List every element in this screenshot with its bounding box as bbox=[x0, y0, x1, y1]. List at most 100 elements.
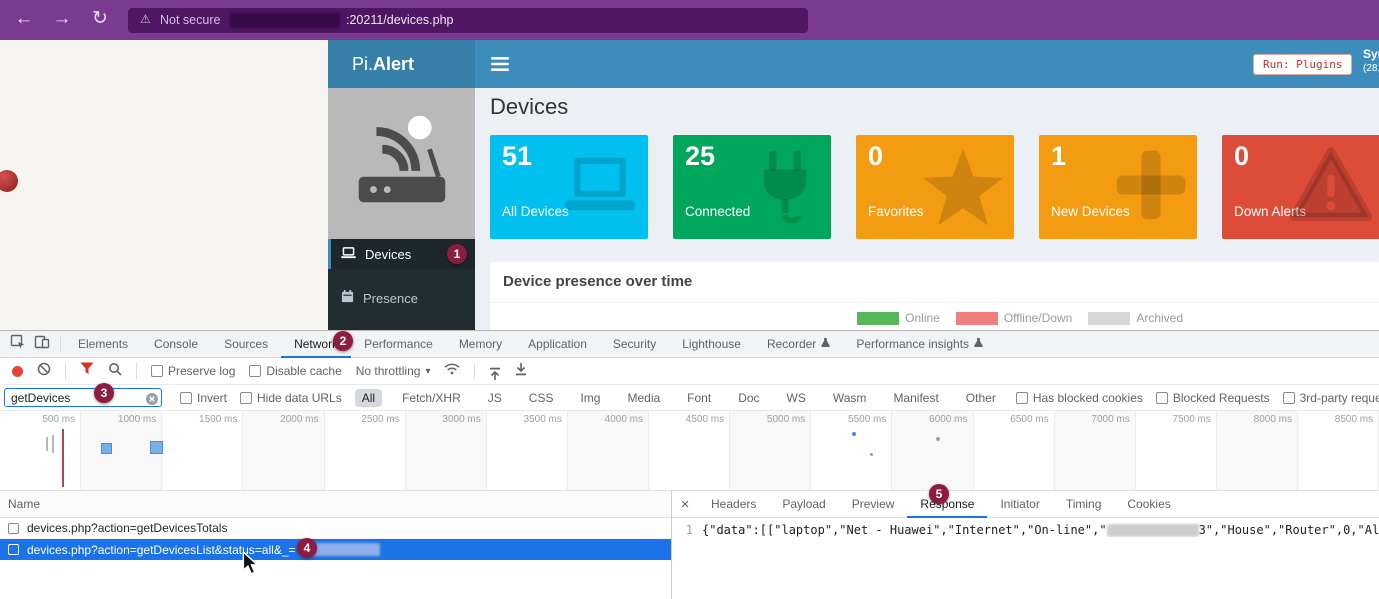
card-favorites[interactable]: 0 Favorites bbox=[856, 135, 1014, 239]
legend-label: Offline/Down bbox=[1004, 311, 1072, 325]
network-toolbar: Preserve log Disable cache No throttling… bbox=[0, 358, 1379, 385]
response-tab-initiator[interactable]: Initiator bbox=[987, 491, 1052, 518]
tab-application[interactable]: Application bbox=[515, 331, 600, 358]
response-pane: × Headers Payload Preview Response Initi… bbox=[672, 491, 1379, 599]
request-row[interactable]: devices.php?action=getDevicesTotals bbox=[0, 518, 671, 539]
network-bottom-split: Name devices.php?action=getDevicesTotals… bbox=[0, 491, 1379, 599]
filter-funnel-icon[interactable] bbox=[80, 362, 94, 380]
clear-icon[interactable] bbox=[37, 362, 51, 381]
record-button[interactable] bbox=[12, 366, 23, 377]
reload-icon[interactable]: ↻ bbox=[86, 5, 114, 33]
hide-data-urls-checkbox[interactable]: Hide data URLs bbox=[240, 391, 342, 405]
filter-pill-ws[interactable]: WS bbox=[780, 389, 813, 407]
checkbox-label: Blocked Requests bbox=[1173, 391, 1270, 405]
tab-recorder[interactable]: Recorder bbox=[754, 331, 843, 358]
tab-security[interactable]: Security bbox=[600, 331, 669, 358]
clear-filter-icon[interactable] bbox=[146, 392, 158, 410]
network-filter-input[interactable] bbox=[4, 388, 162, 407]
calendar-icon bbox=[341, 290, 354, 306]
timeline-tick: 3000 ms bbox=[406, 411, 487, 490]
card-all-devices[interactable]: 51 All Devices bbox=[490, 135, 648, 239]
card-down-alerts[interactable]: 0 Down Alerts bbox=[1222, 135, 1379, 239]
desktop-background bbox=[0, 40, 328, 330]
close-icon[interactable]: × bbox=[672, 496, 698, 513]
legend-online: Online bbox=[857, 311, 940, 325]
timeline-tick: 3500 ms bbox=[487, 411, 568, 490]
throttling-select[interactable]: No throttling▾ bbox=[356, 364, 431, 378]
url-path: :20211/devices.php bbox=[346, 13, 454, 27]
export-har-icon[interactable] bbox=[515, 362, 527, 381]
filter-pill-img[interactable]: Img bbox=[573, 389, 607, 407]
filter-pill-js[interactable]: JS bbox=[481, 389, 509, 407]
filter-pill-other[interactable]: Other bbox=[959, 389, 1003, 407]
hamburger-icon[interactable] bbox=[491, 57, 509, 76]
response-tab-headers[interactable]: Headers bbox=[698, 491, 769, 518]
invert-checkbox[interactable]: Invert bbox=[180, 391, 227, 405]
preserve-log-checkbox[interactable]: Preserve log bbox=[151, 364, 235, 378]
legend-label: Online bbox=[905, 311, 940, 325]
address-bar[interactable]: ⚠ Not secure :20211/devices.php bbox=[128, 8, 808, 33]
forward-icon[interactable]: → bbox=[48, 5, 76, 33]
back-icon[interactable]: ← bbox=[10, 5, 38, 33]
filter-pill-fetch-xhr[interactable]: Fetch/XHR bbox=[395, 389, 468, 407]
request-row-selected[interactable]: devices.php?action=getDevicesList&status… bbox=[0, 539, 671, 560]
request-list-header[interactable]: Name bbox=[0, 491, 671, 518]
chart-legend: Online Offline/Down Archived bbox=[857, 311, 1183, 325]
network-filter-row: Invert Hide data URLs All Fetch/XHR JS C… bbox=[0, 385, 1379, 411]
checkbox bbox=[1016, 392, 1028, 404]
card-label: Connected bbox=[685, 204, 750, 219]
response-tab-timing[interactable]: Timing bbox=[1053, 491, 1115, 518]
user-detail: (28, bbox=[1363, 63, 1379, 74]
filter-pill-font[interactable]: Font bbox=[680, 389, 718, 407]
timeline-mark bbox=[852, 432, 856, 436]
network-timeline-overview[interactable]: 500 ms 1000 ms 1500 ms 2000 ms 2500 ms 3… bbox=[0, 411, 1379, 491]
run-plugins-button[interactable]: Run: Plugins bbox=[1253, 54, 1352, 75]
filter-pill-all[interactable]: All bbox=[355, 389, 382, 407]
tab-lighthouse[interactable]: Lighthouse bbox=[669, 331, 754, 358]
filter-pill-media[interactable]: Media bbox=[620, 389, 667, 407]
tab-console[interactable]: Console bbox=[141, 331, 211, 358]
tab-label: Performance insights bbox=[856, 337, 969, 351]
third-party-requests-checkbox[interactable]: 3rd-party requests bbox=[1283, 391, 1379, 405]
card-label: All Devices bbox=[502, 204, 569, 219]
filter-pill-doc[interactable]: Doc bbox=[731, 389, 766, 407]
card-connected[interactable]: 25 Connected bbox=[673, 135, 831, 239]
sidebar-item-presence[interactable]: Presence bbox=[328, 283, 475, 313]
tab-elements[interactable]: Elements bbox=[65, 331, 141, 358]
checkbox-label: Disable cache bbox=[266, 364, 341, 378]
tab-performance-insights[interactable]: Performance insights bbox=[843, 331, 996, 358]
response-tab-cookies[interactable]: Cookies bbox=[1114, 491, 1183, 518]
card-new-devices[interactable]: 1 New Devices bbox=[1039, 135, 1197, 239]
response-tab-payload[interactable]: Payload bbox=[769, 491, 838, 518]
row-checkbox[interactable] bbox=[8, 544, 19, 555]
timeline-mark bbox=[62, 429, 64, 487]
app-logo[interactable]: Pi.Alert bbox=[328, 40, 475, 88]
search-icon[interactable] bbox=[108, 362, 122, 381]
device-toolbar-icon[interactable] bbox=[34, 334, 50, 355]
network-conditions-icon[interactable] bbox=[444, 362, 460, 380]
row-checkbox[interactable] bbox=[8, 523, 19, 534]
filter-pill-css[interactable]: CSS bbox=[522, 389, 561, 407]
import-har-icon[interactable] bbox=[489, 362, 501, 381]
timeline-tick: 4000 ms bbox=[568, 411, 649, 490]
request-name: devices.php?action=getDevicesTotals bbox=[27, 521, 227, 535]
response-tab-preview[interactable]: Preview bbox=[839, 491, 908, 518]
filter-pill-manifest[interactable]: Manifest bbox=[886, 389, 945, 407]
tab-label: Security bbox=[613, 337, 656, 351]
not-secure-label: Not secure bbox=[160, 13, 220, 27]
filter-pill-wasm[interactable]: Wasm bbox=[826, 389, 874, 407]
blocked-requests-checkbox[interactable]: Blocked Requests bbox=[1156, 391, 1270, 405]
has-blocked-cookies-checkbox[interactable]: Has blocked cookies bbox=[1016, 391, 1143, 405]
disable-cache-checkbox[interactable]: Disable cache bbox=[249, 364, 341, 378]
inspect-icon[interactable] bbox=[10, 334, 26, 355]
request-list-pane: Name devices.php?action=getDevicesTotals… bbox=[0, 491, 672, 599]
tab-memory[interactable]: Memory bbox=[446, 331, 515, 358]
user-name: Sym bbox=[1363, 47, 1379, 61]
user-info[interactable]: Sym (28, bbox=[1363, 47, 1379, 74]
timeline-mark bbox=[46, 437, 48, 451]
tab-performance[interactable]: Performance bbox=[351, 331, 446, 358]
annotation-badge-3: 3 bbox=[94, 383, 114, 403]
checkbox-label: 3rd-party requests bbox=[1300, 391, 1379, 405]
app-content: Devices 51 All Devices 25 Connected 0 Fa… bbox=[475, 88, 1379, 330]
tab-sources[interactable]: Sources bbox=[211, 331, 281, 358]
